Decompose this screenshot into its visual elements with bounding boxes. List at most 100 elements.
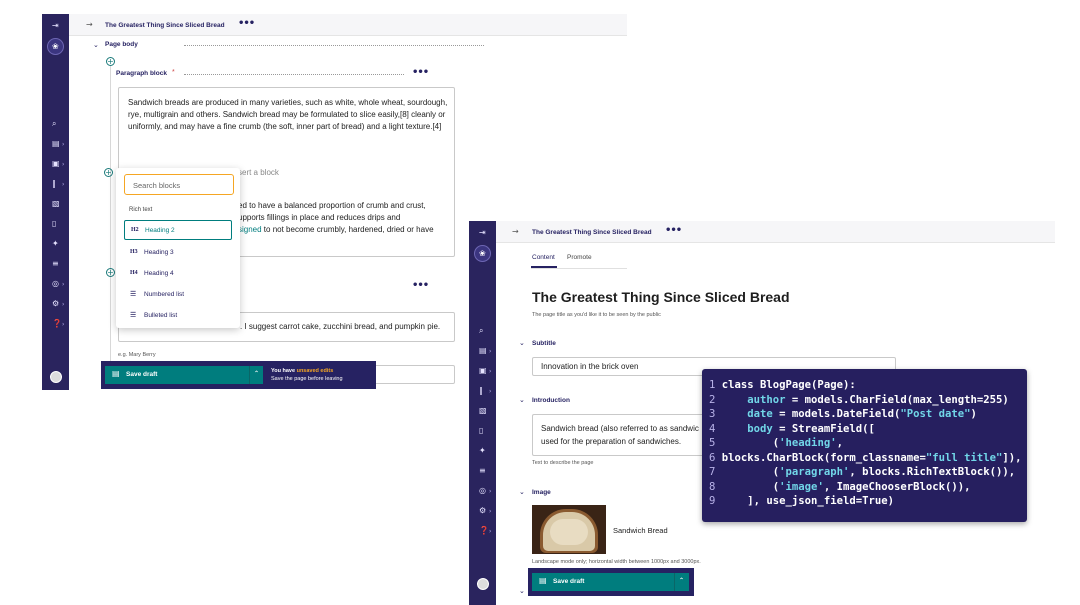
block-actions-icon-2[interactable]: ••• [412, 280, 429, 291]
menu-item-heading-3[interactable]: H3 Heading 3 [124, 244, 232, 261]
tab-content[interactable]: Content [532, 254, 555, 261]
code-token: "Post date" [900, 408, 971, 420]
forms-icon[interactable]: ≡ [52, 260, 59, 268]
save-draft-button[interactable]: ▤ Save draft [105, 366, 251, 384]
collapse-sidebar-icon[interactable]: ⇥ [479, 229, 486, 237]
utensils-icon[interactable]: ‖ [52, 180, 56, 188]
menu-group-label: Rich text [129, 207, 153, 213]
p2-line1: ed to have a balanced proportion of crum… [238, 201, 426, 210]
paragraph-text-2[interactable]: ed to have a balanced proportion of crum… [238, 200, 458, 237]
chevron-down-icon[interactable]: ⌄ [519, 339, 525, 347]
block-actions-icon[interactable]: ••• [412, 67, 429, 78]
pages-icon[interactable]: ▤ [479, 347, 487, 355]
arrow-right-icon[interactable]: → [512, 227, 519, 236]
forms-icon[interactable]: ≡ [479, 467, 486, 475]
chevron-up-icon: ⌃ [679, 577, 685, 584]
more-actions-icon[interactable]: ••• [665, 225, 682, 236]
save-icon: ▤ [112, 369, 120, 378]
save-draft-label: Save draft [553, 578, 585, 585]
search-blocks-input[interactable]: Search blocks [124, 174, 234, 195]
avatar[interactable] [50, 371, 62, 383]
code-token: ( [721, 466, 780, 478]
globe-icon[interactable]: ◎ [479, 487, 486, 495]
document-icon[interactable]: ▯ [479, 427, 483, 435]
settings-icon[interactable]: ⚙ [52, 300, 59, 308]
add-block-icon-2[interactable]: + [104, 168, 113, 177]
avatar[interactable] [477, 578, 489, 590]
menu-item-label: Heading 3 [144, 249, 174, 256]
chevron-down-icon[interactable]: ⌄ [519, 396, 525, 404]
introduction-value: Sandwich bread (also referred to as sand… [541, 423, 699, 448]
save-draft-button[interactable]: ▤ Save draft [532, 573, 675, 591]
code-token: , blocks.RichTextBlock()), [849, 466, 1016, 478]
paragraph-link[interactable]: signed [238, 225, 262, 234]
menu-item-heading-4[interactable]: H4 Heading 4 [124, 265, 232, 282]
code-token: ( [721, 437, 780, 449]
logo-icon[interactable]: ❀ [47, 38, 64, 55]
save-options-toggle[interactable]: ⌃ [674, 573, 689, 591]
menu-item-heading-2[interactable]: H2 Heading 2 [124, 220, 232, 240]
code-token: 'paragraph' [779, 466, 850, 478]
chevron-down-icon[interactable]: ⌄ [93, 41, 99, 49]
code-line: 1 class BlogPage(Page): [709, 378, 856, 393]
code-token: date [721, 408, 773, 420]
menu-item-bulleted-list[interactable]: ☰ Bulleted list [124, 307, 232, 324]
code-token: author [721, 393, 786, 406]
tab-promote[interactable]: Promote [567, 254, 592, 261]
unsaved-sub: Save the page before leaving [271, 376, 343, 382]
image-name: Sandwich Bread [613, 526, 668, 535]
code-line: 6 blocks.CharBlock(form_classname="full … [709, 451, 1022, 466]
snippets-icon[interactable]: ✦ [479, 447, 486, 455]
search-icon[interactable]: ⌕ [479, 327, 483, 335]
document-icon[interactable]: ▯ [52, 220, 56, 228]
code-token: body [721, 422, 773, 435]
code-line: 4 body = StreamField([ [709, 422, 875, 437]
more-actions-icon[interactable]: ••• [238, 18, 255, 29]
arrow-right-icon[interactable]: → [86, 20, 93, 29]
add-block-icon[interactable]: + [106, 57, 115, 66]
heading-4-icon: H4 [130, 270, 138, 276]
settings-icon[interactable]: ⚙ [479, 507, 486, 515]
bread-image[interactable] [532, 505, 606, 554]
author-hint: e.g. Mary Berry [118, 352, 156, 358]
code-token: = StreamField([ [772, 422, 875, 435]
help-icon[interactable]: ❓ [52, 320, 62, 328]
search-icon[interactable]: ⌕ [52, 120, 56, 128]
globe-icon[interactable]: ◎ [52, 280, 59, 288]
line-number: 3 [709, 408, 722, 420]
briefcase-icon[interactable]: ▣ [52, 160, 60, 168]
image-icon[interactable]: ▧ [52, 200, 60, 208]
page-title[interactable]: The Greatest Thing Since Sliced Bread [532, 289, 790, 305]
logo-icon[interactable]: ❀ [474, 245, 491, 262]
chevron-down-icon[interactable]: ⌄ [519, 587, 525, 595]
paragraph-text[interactable]: Sandwich breads are produced in many var… [128, 97, 448, 134]
code-line: 9 ], use_json_field=True) [709, 494, 894, 509]
save-options-toggle[interactable]: ⌃ [249, 366, 263, 384]
add-block-icon-3[interactable]: + [106, 268, 115, 277]
image-icon[interactable]: ▧ [479, 407, 487, 415]
image-label: Image [532, 489, 551, 496]
pages-icon[interactable]: ▤ [52, 140, 60, 148]
menu-item-label: Bulleted list [144, 312, 178, 319]
introduction-label: Introduction [532, 397, 570, 404]
menu-item-label: Heading 2 [145, 227, 175, 234]
line-number: 8 [709, 480, 722, 493]
code-token: 'heading' [779, 437, 837, 449]
code-token: 'image' [779, 480, 824, 493]
chevron-down-icon[interactable]: ⌄ [519, 488, 525, 496]
code-token: , ImageChooserBlock()), [823, 480, 971, 493]
required-mark: * [172, 69, 175, 76]
utensils-icon[interactable]: ‖ [479, 387, 483, 395]
help-icon[interactable]: ❓ [479, 527, 489, 535]
code-token: "full title" [925, 451, 1003, 464]
line-number: 5 [709, 437, 722, 449]
code-token: = models.DateField( [772, 408, 901, 420]
collapse-sidebar-icon[interactable]: ⇥ [52, 22, 59, 30]
briefcase-icon[interactable]: ▣ [479, 367, 487, 375]
search-blocks-placeholder: Search blocks [133, 181, 181, 190]
snippets-icon[interactable]: ✦ [52, 240, 59, 248]
bulleted-list-icon: ☰ [130, 311, 137, 319]
code-token: ], use_json_field=True) [721, 495, 894, 507]
insert-block-hint: sert a block [238, 168, 279, 177]
menu-item-numbered-list[interactable]: ☰ Numbered list [124, 286, 232, 303]
